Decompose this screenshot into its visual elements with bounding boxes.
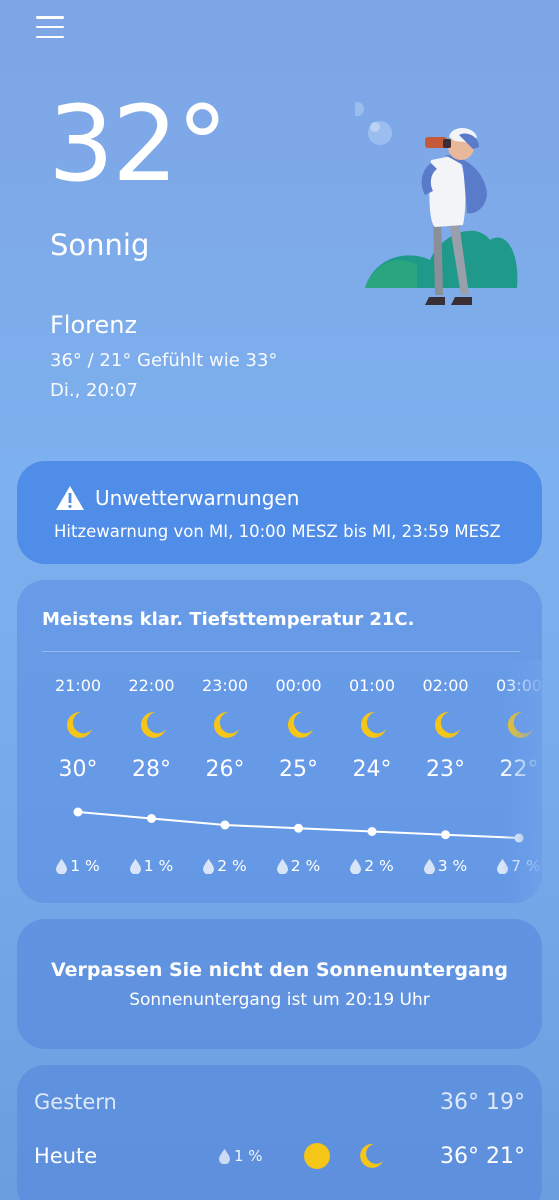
temperature-point — [367, 827, 377, 836]
temperature-point — [73, 807, 83, 817]
daily-row-today[interactable]: Heute 1 % 36° 21° — [34, 1143, 525, 1174]
moon-icon — [41, 710, 115, 740]
moon-icon — [188, 710, 262, 740]
hour-temperature: 23° — [426, 757, 465, 782]
weather-illustration — [355, 102, 518, 305]
hour-temperature: 28° — [132, 757, 171, 782]
hour-temperature: 30° — [58, 757, 98, 782]
sunset-reminder-card[interactable]: Verpassen Sie nicht den Sonnenuntergang … — [17, 919, 542, 1049]
current-condition: Sonnig — [50, 228, 150, 262]
moon-icon — [409, 710, 483, 740]
hour-time: 00:00 — [275, 676, 322, 695]
temperature-point — [220, 820, 230, 830]
day-temps: 36° 21° — [440, 1144, 525, 1169]
sun-icon — [304, 1143, 330, 1169]
today-precip: 1 % — [219, 1147, 263, 1165]
warning-triangle-icon — [56, 486, 84, 510]
hour-time: 02:00 — [422, 676, 469, 695]
day-label: Gestern — [34, 1090, 117, 1114]
scroll-fade — [502, 660, 542, 903]
sunset-detail: Sonnenuntergang ist um 20:19 Uhr — [129, 990, 430, 1010]
day-label: Heute — [34, 1144, 98, 1168]
moon-icon — [115, 710, 189, 740]
current-datetime: Di., 20:07 — [50, 380, 138, 401]
warning-detail: Hitzewarnung von MI, 10:00 MESZ bis MI, … — [54, 522, 501, 541]
daily-row-yesterday[interactable]: Gestern 36° 19° — [34, 1090, 525, 1120]
hamburger-menu-icon[interactable] — [36, 14, 64, 40]
hour-time: 01:00 — [348, 676, 396, 695]
hourly-forecast-card[interactable]: Meistens klar. Tiefsttemperatur 21C. 21:… — [17, 580, 542, 903]
current-temperature: 32° — [48, 83, 228, 205]
hour-time: 23:00 — [201, 676, 249, 695]
temperature-point — [147, 814, 156, 823]
day-temps: 36° 19° — [440, 1090, 525, 1115]
moon-icon — [360, 1143, 383, 1168]
raindrop-icon — [219, 1148, 230, 1164]
hourly-temperature-line — [73, 807, 524, 843]
hour-temperature: 25° — [279, 757, 318, 782]
hour-time: 21:00 — [54, 676, 102, 695]
hour-temperature: 24° — [352, 757, 392, 782]
temperature-point — [294, 823, 303, 833]
moon-icon — [262, 710, 336, 740]
hi-lo-feels-like: 36° / 21° Gefühlt wie 33° — [50, 350, 278, 371]
hourly-scroll-strip[interactable]: 21:00 30° 1 % 22:00 28° 1 % 23:00 26° 2 % 00:00 25… — [17, 580, 542, 903]
temperature-point — [441, 830, 450, 840]
hour-time: 22:00 — [128, 676, 175, 695]
daily-forecast-card[interactable] — [17, 1065, 542, 1200]
hour-temperature: 26° — [205, 757, 245, 782]
sunset-title: Verpassen Sie nicht den Sonnenuntergang — [51, 959, 508, 981]
warning-title: Unwetterwarnungen — [95, 486, 300, 510]
moon-icon — [335, 710, 409, 740]
location-name[interactable]: Florenz — [50, 311, 137, 339]
severe-weather-warning-card[interactable]: Unwetterwarnungen Hitzewarnung von MI, 1… — [17, 461, 542, 564]
